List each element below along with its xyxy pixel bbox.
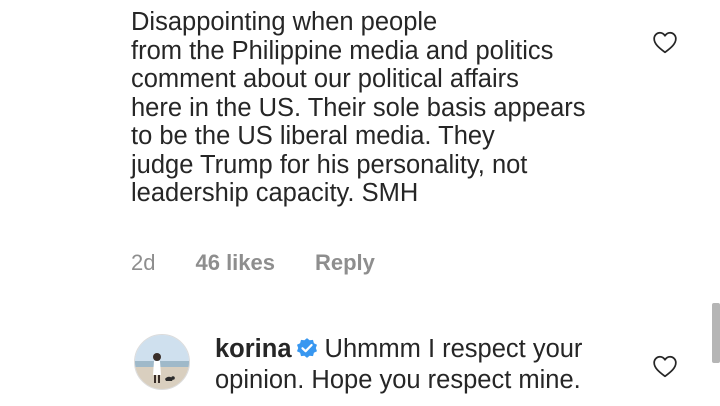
reply-username[interactable]: korina xyxy=(215,335,292,363)
comments-view: Disappointing when people from the Phili… xyxy=(0,0,720,406)
comment-timestamp: 2d xyxy=(131,250,156,275)
reply-button[interactable]: Reply xyxy=(315,250,375,276)
comment-meta: 2d 46 likes Reply xyxy=(131,250,375,276)
reply-body: korina Uhmmm I respect your opinion. Hop… xyxy=(215,334,645,396)
verified-badge-icon xyxy=(295,336,319,360)
comment-body: Disappointing when people from the Phili… xyxy=(131,8,586,207)
comment-like-heart-icon[interactable] xyxy=(652,30,678,54)
comment-likes-count[interactable]: 46 likes xyxy=(195,250,275,276)
scrollbar[interactable] xyxy=(712,303,720,363)
reply-like-heart-icon[interactable] xyxy=(652,354,678,378)
avatar[interactable] xyxy=(134,334,190,390)
